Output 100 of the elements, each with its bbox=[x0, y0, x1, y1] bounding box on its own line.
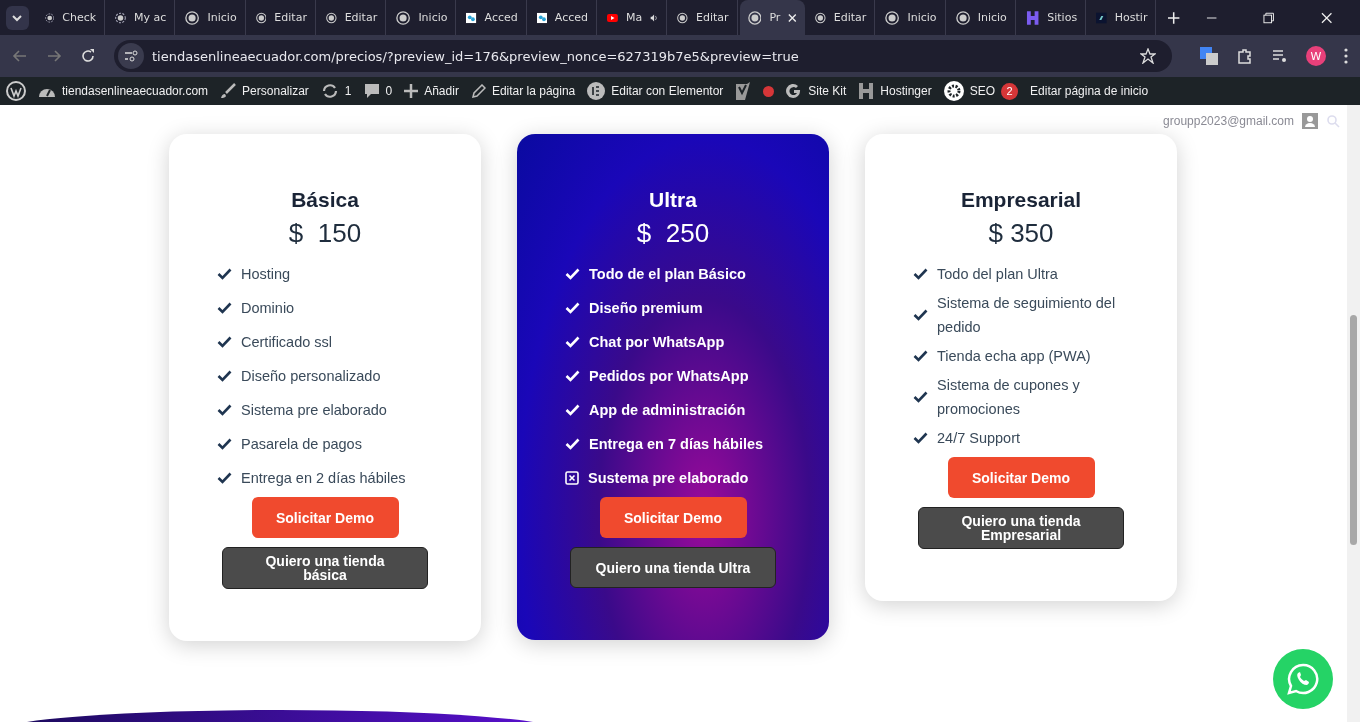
check-icon bbox=[565, 438, 580, 450]
buy-plan-button[interactable]: Quiero una tienda básica bbox=[222, 547, 428, 589]
back-arrow-icon[interactable] bbox=[12, 48, 28, 64]
admin-bar-item[interactable]: Añadir bbox=[404, 84, 459, 98]
elementor-logo-icon bbox=[587, 82, 606, 100]
admin-bar-item[interactable]: 1 bbox=[320, 83, 352, 99]
buy-plan-button[interactable]: Quiero una tienda Ultra bbox=[570, 547, 776, 588]
check-icon bbox=[217, 302, 232, 314]
globe-icon bbox=[396, 9, 411, 26]
feature-text: Pedidos por WhatsApp bbox=[589, 367, 749, 386]
google-g-icon bbox=[786, 83, 803, 99]
check-icon bbox=[217, 268, 232, 280]
sync-icon bbox=[320, 83, 339, 99]
feature-text: Dominio bbox=[241, 299, 295, 318]
check-icon bbox=[565, 404, 580, 416]
tab-title: Check bbox=[62, 11, 97, 24]
brush-icon bbox=[220, 83, 237, 99]
phone-bubble-icon bbox=[1286, 662, 1320, 696]
check-icon bbox=[565, 268, 580, 280]
comment-icon bbox=[363, 83, 380, 99]
user-avatar-icon bbox=[1302, 113, 1318, 129]
puzzle-icon[interactable] bbox=[1236, 47, 1254, 65]
tab-title: Acced bbox=[484, 11, 518, 24]
admin-bar-item[interactable]: Editar con Elementor bbox=[587, 82, 724, 100]
close-icon[interactable] bbox=[788, 12, 797, 23]
buy-plan-button[interactable]: Quiero una tienda Empresarial bbox=[918, 507, 1124, 549]
plan-name: Ultra bbox=[649, 188, 697, 212]
pencil-icon bbox=[470, 83, 486, 99]
check-icon bbox=[217, 370, 232, 382]
feature-text: Entrega en 7 días hábiles bbox=[589, 435, 764, 454]
feature-text: Pasarela de pagos bbox=[241, 435, 362, 454]
video-play-icon bbox=[607, 11, 618, 24]
profile-avatar[interactable]: W bbox=[1306, 46, 1326, 66]
reload-icon[interactable] bbox=[80, 48, 96, 64]
admin-bar-item[interactable]: SEO 2 bbox=[943, 81, 1019, 101]
admin-bar-label: 0 bbox=[385, 84, 393, 98]
feature-text: Hosting bbox=[241, 265, 291, 284]
admin-bar-item[interactable]: Hostinger bbox=[858, 82, 932, 100]
tab-title: Editar bbox=[833, 11, 867, 24]
translate-icon[interactable] bbox=[1200, 47, 1218, 65]
feature-text: Todo de el plan Básico bbox=[589, 265, 746, 284]
plan-name: Básica bbox=[291, 188, 359, 212]
plan-price: $ 150 bbox=[288, 218, 362, 249]
request-demo-button[interactable]: Solicitar Demo bbox=[947, 457, 1095, 498]
check-icon bbox=[217, 438, 232, 450]
admin-bar-item[interactable] bbox=[735, 82, 752, 100]
globe-icon bbox=[885, 9, 900, 26]
feature-text: Tienda echa app (PWA) bbox=[937, 347, 1091, 366]
feature-text: Certificado ssl bbox=[241, 333, 333, 352]
letter-h-icon bbox=[858, 82, 875, 100]
globe-icon bbox=[747, 9, 762, 26]
check-icon bbox=[565, 336, 580, 348]
admin-bar-item[interactable]: Personalizar bbox=[220, 83, 309, 99]
check-icon bbox=[913, 432, 928, 444]
admin-bar-item[interactable]: Editar la página bbox=[470, 83, 576, 99]
tab-title: Editar bbox=[696, 11, 729, 24]
request-demo-button[interactable]: Solicitar Demo bbox=[599, 497, 747, 538]
scrollbar[interactable] bbox=[1347, 105, 1360, 722]
plus-icon bbox=[404, 84, 419, 98]
plan-price: $ 250 bbox=[636, 218, 710, 249]
x-box-icon bbox=[565, 471, 579, 485]
menu-icon[interactable] bbox=[1344, 48, 1348, 64]
site-settings-icon[interactable] bbox=[118, 43, 144, 69]
admin-bar-link[interactable]: Editar página de inicio bbox=[1030, 84, 1149, 98]
tab-title: Inicio bbox=[907, 11, 937, 24]
admin-bar-item[interactable]: Site Kit bbox=[786, 83, 847, 99]
letter-h-icon bbox=[1025, 9, 1040, 26]
globe-icon bbox=[185, 9, 200, 26]
playlist-icon[interactable] bbox=[1272, 48, 1288, 64]
feature-text: App de administración bbox=[589, 401, 746, 420]
feature-text: Todo del plan Ultra bbox=[937, 265, 1058, 284]
tab-title: Pr bbox=[769, 11, 781, 24]
user-email: groupp2023@gmail.com bbox=[1163, 114, 1294, 128]
admin-bar-label: 1 bbox=[344, 84, 352, 98]
address-bar[interactable]: tiendasenlineaecuador.com/precios/?preview_id=176&preview_nonce=627319b7e5&preview=true bbox=[114, 40, 1172, 72]
feature-text: 24/7 Support bbox=[937, 429, 1021, 448]
new-tab-icon[interactable] bbox=[1168, 11, 1180, 24]
admin-bar-item[interactable] bbox=[6, 81, 26, 101]
star-icon[interactable] bbox=[1140, 48, 1156, 64]
feature-text: Sistema pre elaborado bbox=[241, 401, 387, 420]
admin-bar-label: Editar con Elementor bbox=[611, 84, 724, 98]
browser-tab[interactable]: Pr bbox=[739, 0, 805, 35]
feature-text: Diseño personalizado bbox=[241, 367, 381, 386]
status-dot bbox=[763, 85, 775, 97]
plan-price: $ 350 bbox=[988, 218, 1054, 249]
check-icon bbox=[565, 302, 580, 314]
check-icon bbox=[565, 370, 580, 382]
feature-text: Entrega en 2 días hábiles bbox=[241, 469, 406, 488]
yoast-logo-icon bbox=[735, 82, 752, 100]
request-demo-button[interactable]: Solicitar Demo bbox=[251, 497, 399, 538]
tab-title: Acced bbox=[554, 11, 589, 24]
tab-search-button[interactable] bbox=[6, 5, 29, 30]
tab-title: Editar bbox=[344, 11, 378, 24]
admin-bar-item[interactable]: 0 bbox=[363, 83, 393, 99]
tab-title: Ma bbox=[625, 11, 643, 24]
tab-title: Editar bbox=[274, 11, 307, 24]
admin-bar-label: Añadir bbox=[424, 84, 459, 98]
forward-arrow-icon[interactable] bbox=[46, 48, 62, 64]
restore-icon[interactable] bbox=[1263, 11, 1275, 24]
close-icon[interactable] bbox=[1320, 11, 1332, 24]
